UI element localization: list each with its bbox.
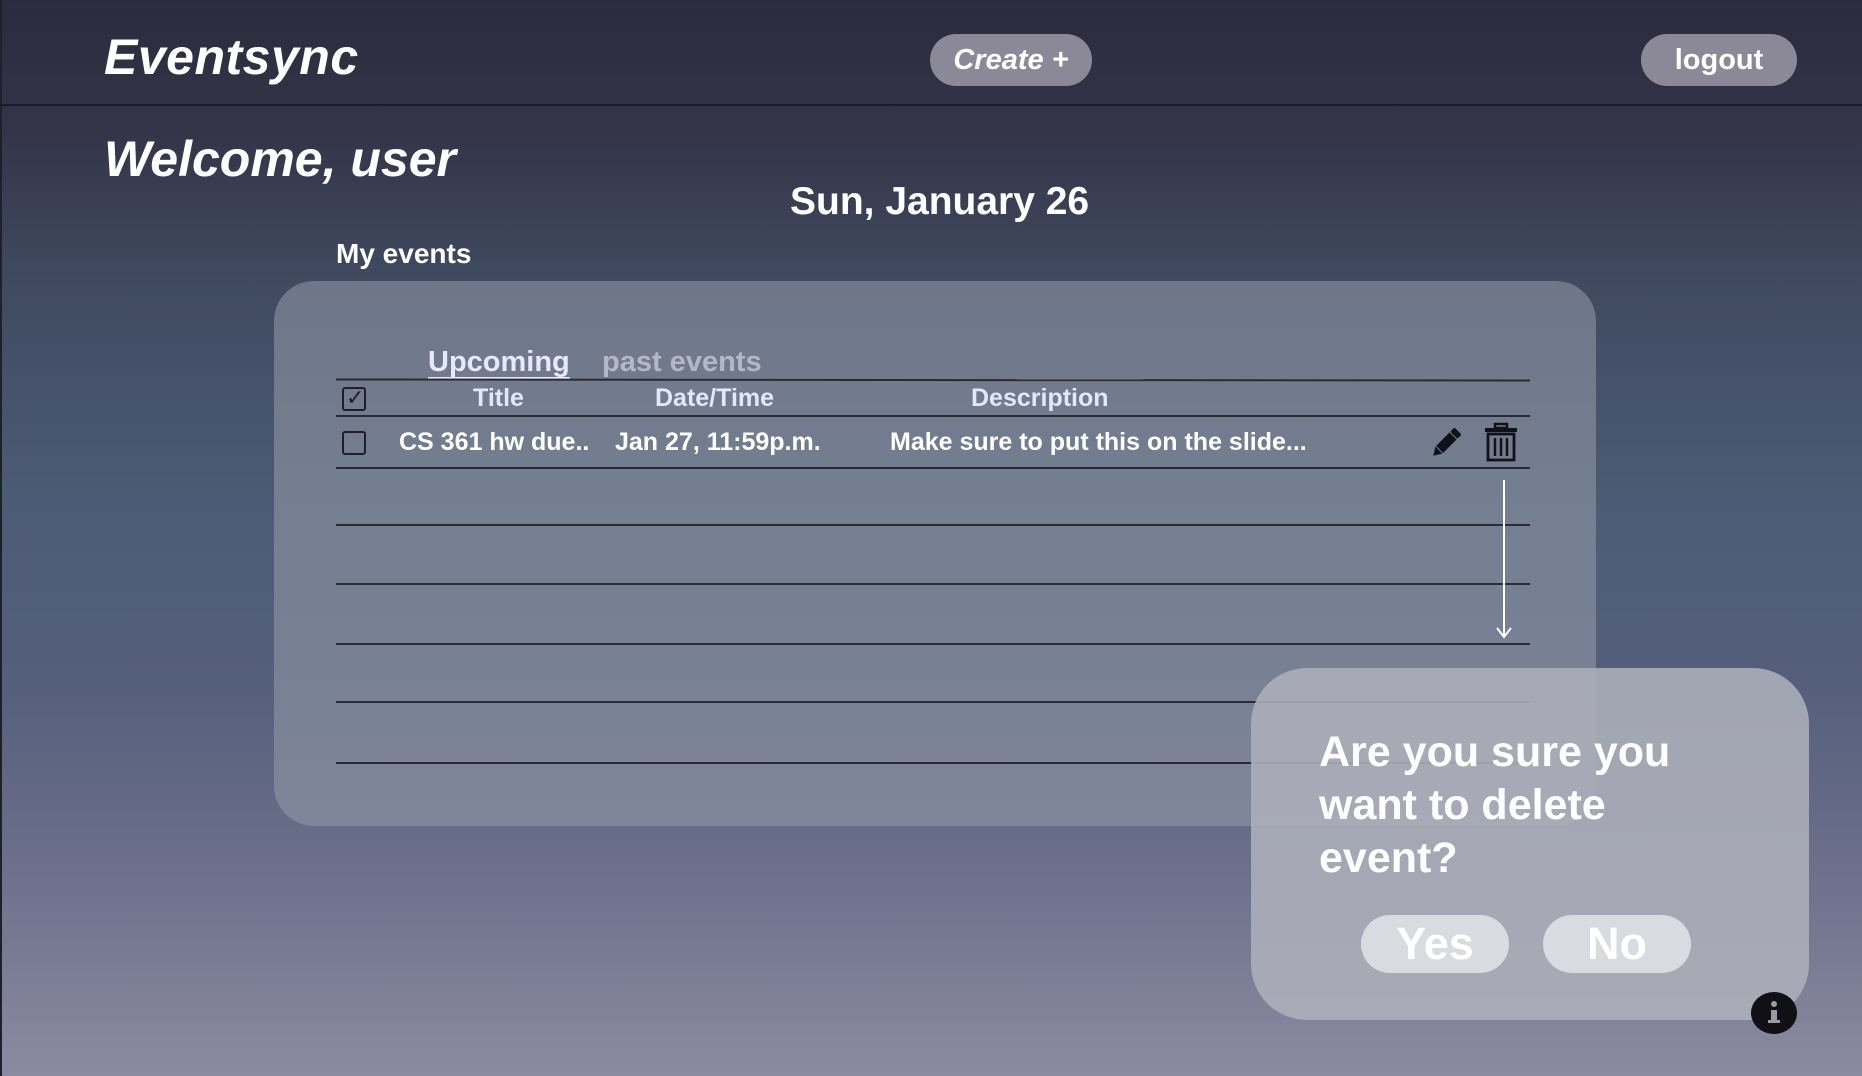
dialog-message: Are you sure you want to delete event?	[1319, 728, 1671, 882]
tab-past-events[interactable]: past events	[602, 346, 762, 379]
delete-confirmation-dialog: Are you sure you want to delete event? Y…	[1251, 668, 1809, 1020]
trash-icon[interactable]	[1482, 422, 1520, 462]
row-description: Make sure to put this on the slide...	[890, 428, 1307, 456]
my-events-label: My events	[336, 238, 472, 269]
app-title: Eventsync	[104, 29, 359, 85]
header-divider	[336, 415, 1530, 417]
scroll-down-arrow-icon[interactable]	[1496, 480, 1512, 640]
logout-button[interactable]: logout	[1641, 34, 1797, 86]
top-bar: Eventsync Create + logout	[0, 0, 1862, 106]
row-datetime: Jan 27, 11:59p.m.	[615, 428, 821, 456]
column-header-description: Description	[971, 384, 1109, 412]
row-checkbox[interactable]	[342, 431, 366, 455]
column-header-title: Title	[473, 384, 524, 412]
select-all-checkbox[interactable]: ✓	[342, 385, 366, 411]
info-icon[interactable]	[1751, 992, 1797, 1034]
current-date: Sun, January 26	[790, 180, 1090, 223]
welcome-heading: Welcome, user	[104, 131, 457, 187]
row-title: CS 361 hw due..	[399, 428, 590, 456]
confirm-no-button[interactable]: No	[1543, 915, 1691, 973]
checkmark-icon: ✓	[346, 385, 365, 410]
create-button[interactable]: Create +	[930, 34, 1092, 86]
confirm-yes-button[interactable]: Yes	[1361, 915, 1509, 973]
tab-upcoming[interactable]: Upcoming	[428, 346, 570, 379]
row-divider	[336, 643, 1530, 645]
row-divider	[336, 467, 1530, 469]
pencil-icon[interactable]	[1427, 424, 1465, 462]
row-divider	[336, 583, 1530, 585]
column-header-datetime: Date/Time	[655, 384, 775, 412]
row-divider	[336, 524, 1530, 526]
